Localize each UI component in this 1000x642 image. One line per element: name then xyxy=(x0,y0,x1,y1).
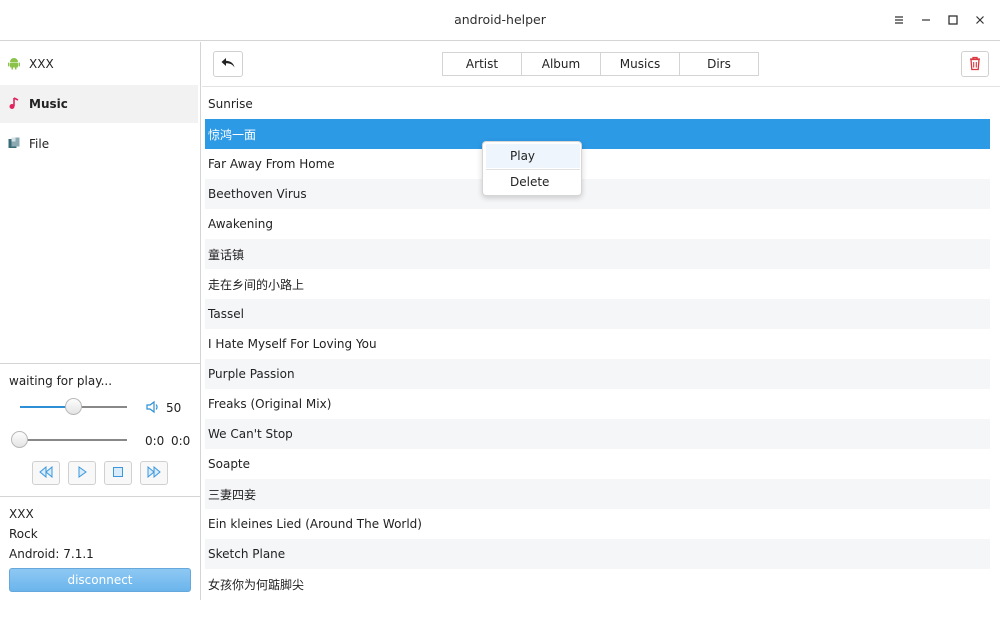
song-row[interactable]: 女孩你为何踮脚尖 xyxy=(205,569,990,599)
volume-knob[interactable] xyxy=(65,398,82,415)
minimize-icon[interactable] xyxy=(916,10,936,30)
song-title: 女孩你为何踮脚尖 xyxy=(208,577,305,592)
progress-knob[interactable] xyxy=(11,431,28,448)
sidebar-item-label: File xyxy=(29,137,50,151)
sidebar-item-file[interactable]: File xyxy=(0,125,198,163)
song-row[interactable]: 走在乡间的小路上 xyxy=(205,269,990,299)
sidebar-item-device[interactable]: XXX xyxy=(0,45,198,83)
sidebar-item-music[interactable]: Music xyxy=(0,85,198,123)
song-title: Tassel xyxy=(208,307,244,321)
song-row[interactable]: I Hate Myself For Loving You xyxy=(205,329,990,359)
song-row[interactable]: 童话镇 xyxy=(205,239,990,269)
song-title: Purple Passion xyxy=(208,367,295,381)
sidebar: XXX Music File waiting for play... 50 0:… xyxy=(0,42,201,600)
player-status: waiting for play... xyxy=(9,374,113,388)
window-title: android-helper xyxy=(454,12,546,27)
toolbar: Artist Album Musics Dirs xyxy=(202,42,1000,87)
fast-forward-icon xyxy=(146,465,162,481)
song-title: Sketch Plane xyxy=(208,547,286,561)
music-note-icon xyxy=(7,96,21,113)
song-row[interactable]: Sunrise xyxy=(205,89,990,119)
song-row[interactable]: Tassel xyxy=(205,299,990,329)
total-time: 0:0 xyxy=(171,434,191,448)
song-title: I Hate Myself For Loving You xyxy=(208,337,377,351)
play-button[interactable] xyxy=(68,461,96,485)
close-icon[interactable] xyxy=(970,10,990,30)
rewind-icon xyxy=(38,465,54,481)
song-title: Ein kleines Lied (Around The World) xyxy=(208,517,422,531)
song-title: 惊鸿一面 xyxy=(208,127,257,142)
song-list: Sunrise 惊鸿一面 Far Away From Home Beethoven V… xyxy=(205,89,990,599)
android-icon xyxy=(7,56,21,73)
tab-album[interactable]: Album xyxy=(521,52,601,76)
elapsed-time: 0:0 xyxy=(145,434,165,448)
song-row[interactable]: 惊鸿一面 xyxy=(205,119,990,149)
song-title: Sunrise xyxy=(208,97,253,111)
previous-button[interactable] xyxy=(32,461,60,485)
tab-dirs[interactable]: Dirs xyxy=(679,52,759,76)
song-row[interactable]: Far Away From Home xyxy=(205,149,990,179)
android-version: Android: 7.1.1 xyxy=(9,547,94,561)
song-row[interactable]: We Can't Stop xyxy=(205,419,990,449)
song-title: Freaks (Original Mix) xyxy=(208,397,332,411)
device-name: XXX xyxy=(9,507,34,521)
tab-artist[interactable]: Artist xyxy=(442,52,522,76)
next-button[interactable] xyxy=(140,461,168,485)
back-button[interactable] xyxy=(213,51,243,77)
song-title: Awakening xyxy=(208,217,273,231)
stop-button[interactable] xyxy=(104,461,132,485)
device-model: Rock xyxy=(9,527,38,541)
song-title: 走在乡间的小路上 xyxy=(208,277,305,292)
play-icon xyxy=(76,465,88,481)
song-row[interactable]: Freaks (Original Mix) xyxy=(205,389,990,419)
file-icon xyxy=(7,136,21,153)
song-row[interactable]: Beethoven Virus xyxy=(205,179,990,209)
disconnect-button[interactable]: disconnect xyxy=(9,568,191,592)
context-menu: Play Delete xyxy=(482,141,582,196)
volume-icon[interactable] xyxy=(145,400,161,417)
song-title: Beethoven Virus xyxy=(208,187,307,201)
device-panel: XXX Rock Android: 7.1.1 disconnect xyxy=(0,496,200,642)
song-title: We Can't Stop xyxy=(208,427,293,441)
volume-value: 50 xyxy=(166,401,182,415)
title-bar: android-helper xyxy=(0,0,1000,41)
song-title: Far Away From Home xyxy=(208,157,335,171)
sidebar-item-label: Music xyxy=(29,97,68,111)
sidebar-item-label: XXX xyxy=(29,57,54,71)
song-title: Soapte xyxy=(208,457,251,471)
song-row[interactable]: Purple Passion xyxy=(205,359,990,389)
back-arrow-icon xyxy=(220,56,236,73)
song-title: 童话镇 xyxy=(208,247,245,262)
trash-icon xyxy=(968,55,982,74)
song-row[interactable]: Ein kleines Lied (Around The World) xyxy=(205,509,990,539)
song-row[interactable]: Sketch Plane xyxy=(205,539,990,569)
progress-track xyxy=(12,439,127,441)
stop-icon xyxy=(112,466,124,481)
tab-musics[interactable]: Musics xyxy=(600,52,680,76)
main-panel: Artist Album Musics Dirs Sunrise 惊鸿一面 Far … xyxy=(202,42,1000,600)
maximize-icon[interactable] xyxy=(943,10,963,30)
view-tabs: Artist Album Musics Dirs xyxy=(442,52,759,76)
menu-icon[interactable] xyxy=(889,10,909,30)
player-panel: waiting for play... 50 0:0 0:0 xyxy=(0,363,200,496)
context-menu-play[interactable]: Play xyxy=(486,144,580,168)
song-row[interactable]: Soapte xyxy=(205,449,990,479)
song-row[interactable]: Awakening xyxy=(205,209,990,239)
song-row[interactable]: 三妻四妾 xyxy=(205,479,990,509)
song-title: 三妻四妾 xyxy=(208,487,257,502)
context-menu-delete[interactable]: Delete xyxy=(486,170,580,194)
delete-button[interactable] xyxy=(961,51,989,77)
